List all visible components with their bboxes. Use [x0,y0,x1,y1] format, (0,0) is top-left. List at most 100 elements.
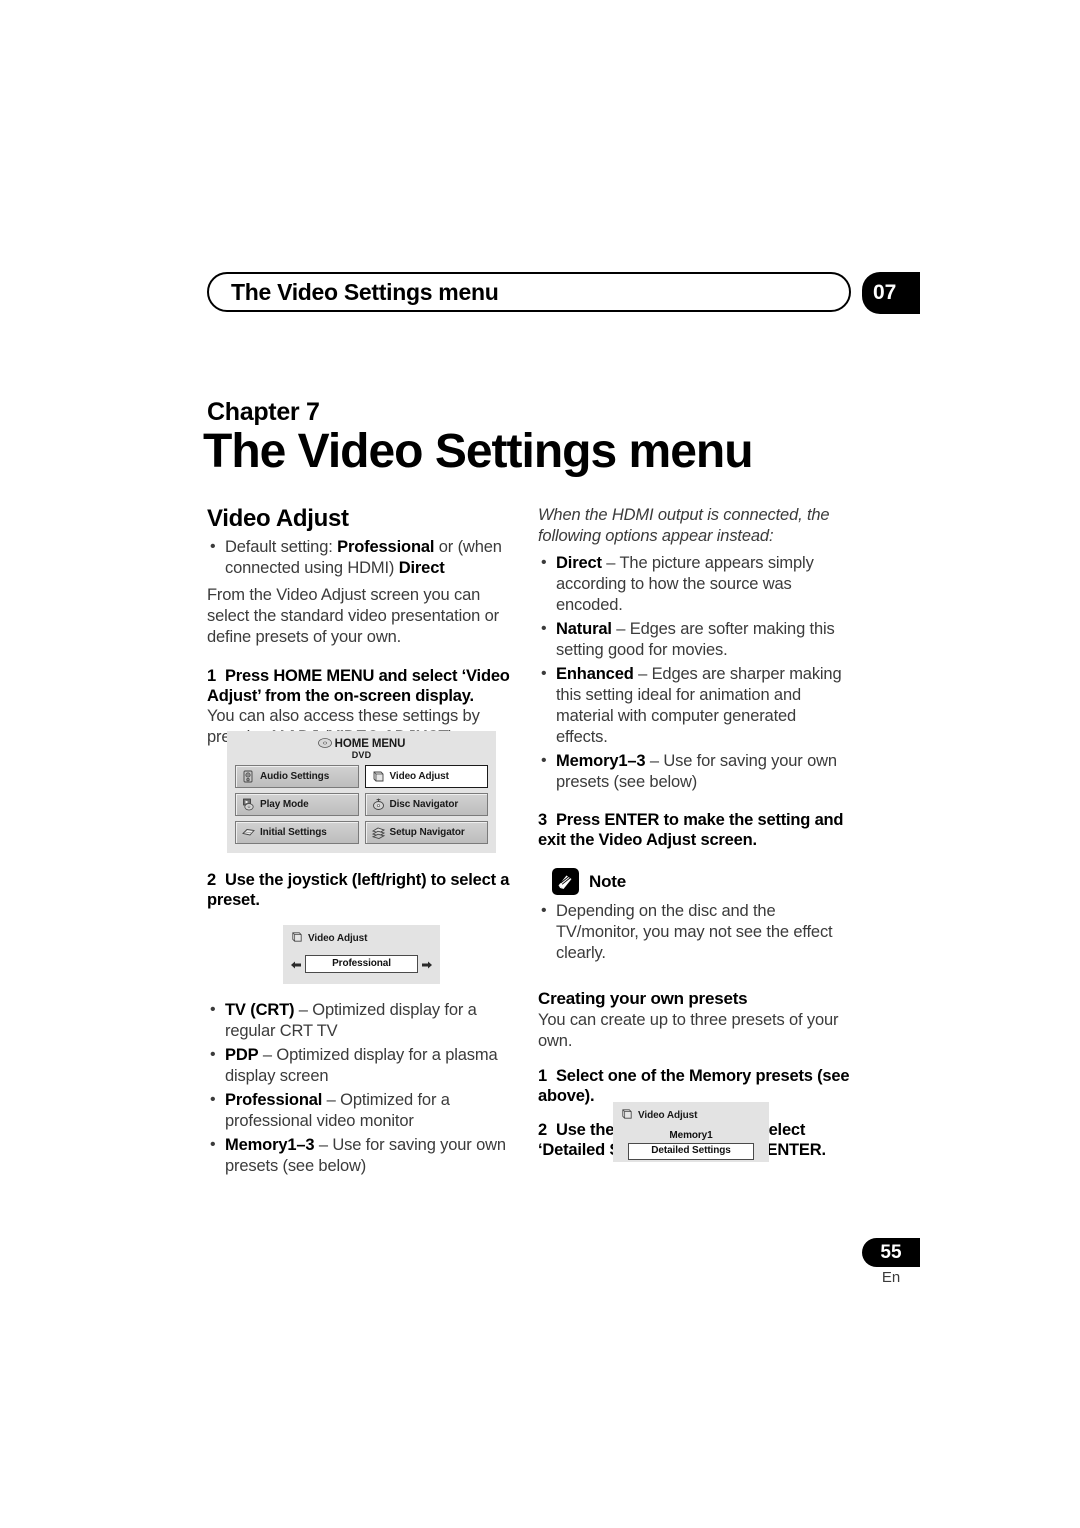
video-adjust-osd-selector-row: Professional [290,955,433,973]
step-3-number: 3 [538,811,547,829]
home-menu-item-label: Video Adjust [389,771,449,782]
step-2-text: Use the joystick (left/right) to select … [207,871,510,909]
step-1-number: 1 [207,667,216,685]
default-setting-bold-direct: Direct [398,559,445,577]
video-adjust-osd-title: Video Adjust [308,933,368,944]
disc-icon [317,738,332,748]
video-adjust-osd-value[interactable]: Professional [305,955,418,973]
hdmi-intro: When the HDMI output is connected, the f… [538,506,830,545]
right-column: When the HDMI output is connected, the f… [538,505,850,1160]
hdmi-dash: – [645,752,664,770]
document-page: The Video Settings menu 07 Chapter 7 The… [0,0,1080,1528]
default-setting-lead: Default setting: [225,538,338,556]
monitor-icon [290,930,304,947]
step-1-text: Press HOME MENU and select ‘Video Adjust… [207,667,510,705]
home-menu-item-label: Disc Navigator [389,799,459,810]
list-item: Depending on the disc and the TV/monitor… [538,900,850,964]
list-item: Memory1–3 – Use for saving your own pres… [207,1134,519,1177]
video-adjust-osd-figure: Video Adjust Professional [283,925,440,984]
note-label: Note [589,871,626,891]
default-setting-bullet: Default setting: Professional or (when c… [207,536,519,579]
video-adjust-osd-header: Video Adjust [290,930,433,947]
home-menu-item-disc-navigator[interactable]: Disc Navigator [364,793,488,816]
hdmi-term: Enhanced [556,665,634,683]
step-3-text: Press ENTER to make the setting and exit… [538,811,844,849]
right-arrow-icon[interactable] [421,958,433,970]
preset-dash: – [322,1091,341,1109]
step-2-heading: 2 Use the joystick (left/right) to select… [207,870,519,910]
left-column: Video Adjust Default setting: Profession… [207,505,519,748]
hdmi-dash: – [633,665,652,683]
memory-osd-header: Video Adjust [620,1107,762,1124]
home-menu-osd-figure: HOME MENU DVD Audio Settings Video Adjus… [227,731,496,853]
section-title-video-adjust: Video Adjust [207,505,349,532]
chapter-label: Chapter 7 [207,398,320,426]
list-item: Direct – The picture appears simply acco… [538,552,850,616]
chapter-title: The Video Settings menu [203,425,754,478]
preset-dash: – [258,1046,277,1064]
chapter-number-badge: 07 [862,272,920,314]
pencil-note-icon [552,868,579,895]
home-menu-item-label: Audio Settings [260,771,330,782]
language-code: En [881,1269,901,1286]
monitor-icon [371,769,386,784]
sliders-icon [241,825,256,840]
list-item: Memory1–3 – Use for saving your own pres… [538,750,850,793]
memory-osd-detailed-settings-value[interactable]: Detailed Settings [628,1143,754,1160]
setup-navigator-icon [371,825,386,840]
running-header-title: The Video Settings menu [231,279,499,305]
home-menu-item-setup-navigator[interactable]: Setup Navigator [364,821,488,844]
home-menu-item-label: Setup Navigator [389,827,465,838]
home-menu-button-grid: Audio Settings Video Adjust Play Mode Di… [235,765,488,844]
list-item: Professional – Optimized for a professio… [207,1089,519,1132]
default-setting-list: Default setting: Professional or (when c… [207,536,519,579]
step-3-heading: 3 Press ENTER to make the setting and exi… [538,810,850,850]
preset-dash: – [294,1001,313,1019]
left-column-lower: 2 Use the joystick (left/right) to select… [207,870,519,910]
home-menu-item-label: Play Mode [260,799,309,810]
list-item: Enhanced – Edges are sharper making this… [538,663,850,748]
default-setting-bold-professional: Professional [337,538,435,556]
preset-term: Memory1–3 [225,1136,315,1154]
memory-osd-title: Video Adjust [638,1110,698,1121]
video-adjust-intro: From the Video Adjust screen you can sel… [207,586,499,646]
home-menu-item-video-adjust[interactable]: Video Adjust [364,765,488,788]
home-menu-item-audio-settings[interactable]: Audio Settings [235,765,359,788]
presets-step-2-number: 2 [538,1121,547,1139]
hdmi-dash: – [601,554,620,572]
step-2-number: 2 [207,871,216,889]
preset-bullet-list: TV (CRT) – Optimized display for a regul… [207,999,519,1177]
preset-term: TV (CRT) [225,1001,295,1019]
hdmi-bullet-list: Direct – The picture appears simply acco… [538,552,850,793]
preset-term: PDP [225,1046,259,1064]
note-list: Depending on the disc and the TV/monitor… [538,900,850,964]
presets-step-1-text: Select one of the Memory presets (see ab… [538,1067,850,1105]
home-menu-item-label: Initial Settings [260,827,327,838]
creating-presets-intro: You can create up to three presets of yo… [538,1011,839,1050]
hdmi-dash: – [611,620,630,638]
left-arrow-icon[interactable] [290,958,302,970]
page-number-badge: 55 [862,1238,920,1267]
presets-step-1-number: 1 [538,1067,547,1085]
home-menu-osd-subtitle: DVD [351,750,372,760]
preset-bullets-block: TV (CRT) – Optimized display for a regul… [207,999,519,1180]
memory-osd-memory-label: Memory1 [669,1130,713,1141]
presets-step-1-heading: 1 Select one of the Memory presets (see a… [538,1066,850,1106]
note-header: Note [552,868,850,895]
play-disc-icon [241,797,256,812]
section-title-creating-presets: Creating your own presets [538,989,748,1008]
hdmi-term: Direct [556,554,602,572]
preset-dash: – [314,1136,333,1154]
hdmi-term: Natural [556,620,612,638]
hdmi-term: Memory1–3 [556,752,646,770]
list-item: PDP – Optimized display for a plasma dis… [207,1044,519,1087]
running-header: The Video Settings menu 07 [207,272,920,314]
list-item: TV (CRT) – Optimized display for a regul… [207,999,519,1042]
memory-preset-osd-figure: Video Adjust Memory1 Detailed Settings [613,1102,769,1162]
home-menu-osd-title: HOME MENU [334,738,406,750]
home-menu-item-play-mode[interactable]: Play Mode [235,793,359,816]
monitor-icon [620,1107,634,1124]
disc-navigator-icon [371,797,386,812]
speaker-icon [241,769,256,784]
home-menu-item-initial-settings[interactable]: Initial Settings [235,821,359,844]
